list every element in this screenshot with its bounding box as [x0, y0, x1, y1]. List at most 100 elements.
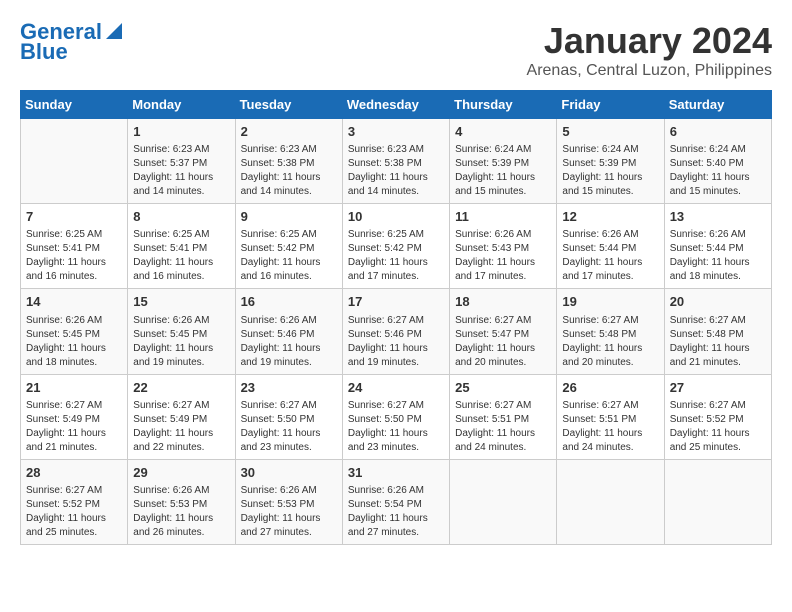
- calendar-cell: [557, 459, 664, 544]
- day-content: Sunrise: 6:26 AM Sunset: 5:53 PM Dayligh…: [133, 484, 229, 540]
- calendar-cell: [21, 119, 128, 204]
- day-content: Sunrise: 6:26 AM Sunset: 5:54 PM Dayligh…: [348, 484, 444, 540]
- calendar-cell: 4 Sunrise: 6:24 AM Sunset: 5:39 PM Daylig…: [450, 119, 557, 204]
- page-header: General Blue January 2024 Arenas, Centra…: [20, 20, 772, 80]
- day-header-tuesday: Tuesday: [235, 91, 342, 119]
- day-header-sunday: Sunday: [21, 91, 128, 119]
- calendar-cell: 17 Sunrise: 6:27 AM Sunset: 5:46 PM Dayli…: [342, 289, 449, 374]
- calendar-cell: 15 Sunrise: 6:26 AM Sunset: 5:45 PM Dayli…: [128, 289, 235, 374]
- day-content: Sunrise: 6:27 AM Sunset: 5:49 PM Dayligh…: [26, 399, 122, 455]
- calendar-cell: 16 Sunrise: 6:26 AM Sunset: 5:46 PM Dayli…: [235, 289, 342, 374]
- location-title: Arenas, Central Luzon, Philippines: [527, 62, 772, 80]
- day-content: Sunrise: 6:27 AM Sunset: 5:51 PM Dayligh…: [455, 399, 551, 455]
- day-content: Sunrise: 6:27 AM Sunset: 5:46 PM Dayligh…: [348, 314, 444, 370]
- day-header-thursday: Thursday: [450, 91, 557, 119]
- logo: General Blue: [20, 20, 124, 64]
- day-content: Sunrise: 6:25 AM Sunset: 5:42 PM Dayligh…: [348, 228, 444, 284]
- calendar-cell: 12 Sunrise: 6:26 AM Sunset: 5:44 PM Dayli…: [557, 204, 664, 289]
- day-number: 19: [562, 293, 658, 311]
- calendar-cell: 22 Sunrise: 6:27 AM Sunset: 5:49 PM Dayli…: [128, 374, 235, 459]
- day-content: Sunrise: 6:26 AM Sunset: 5:46 PM Dayligh…: [241, 314, 337, 370]
- calendar-cell: 31 Sunrise: 6:26 AM Sunset: 5:54 PM Dayli…: [342, 459, 449, 544]
- calendar-cell: 25 Sunrise: 6:27 AM Sunset: 5:51 PM Dayli…: [450, 374, 557, 459]
- day-number: 20: [670, 293, 766, 311]
- day-content: Sunrise: 6:27 AM Sunset: 5:47 PM Dayligh…: [455, 314, 551, 370]
- calendar-cell: 11 Sunrise: 6:26 AM Sunset: 5:43 PM Dayli…: [450, 204, 557, 289]
- day-content: Sunrise: 6:27 AM Sunset: 5:52 PM Dayligh…: [26, 484, 122, 540]
- calendar-week-4: 21 Sunrise: 6:27 AM Sunset: 5:49 PM Dayli…: [21, 374, 772, 459]
- calendar-cell: 30 Sunrise: 6:26 AM Sunset: 5:53 PM Dayli…: [235, 459, 342, 544]
- calendar-cell: 9 Sunrise: 6:25 AM Sunset: 5:42 PM Daylig…: [235, 204, 342, 289]
- calendar-cell: 14Sunrise: 6:26 AM Sunset: 5:45 PM Dayli…: [21, 289, 128, 374]
- day-content: Sunrise: 6:27 AM Sunset: 5:48 PM Dayligh…: [670, 314, 766, 370]
- day-number: 4: [455, 123, 551, 141]
- calendar-cell: 8Sunrise: 6:25 AM Sunset: 5:41 PM Daylig…: [128, 204, 235, 289]
- calendar-cell: 3Sunrise: 6:23 AM Sunset: 5:38 PM Daylig…: [342, 119, 449, 204]
- day-number: 9: [241, 208, 337, 226]
- day-content: Sunrise: 6:24 AM Sunset: 5:40 PM Dayligh…: [670, 143, 766, 199]
- calendar-cell: [664, 459, 771, 544]
- day-header-friday: Friday: [557, 91, 664, 119]
- day-content: Sunrise: 6:27 AM Sunset: 5:52 PM Dayligh…: [670, 399, 766, 455]
- day-number: 30: [241, 464, 337, 482]
- day-number: 24: [348, 379, 444, 397]
- day-number: 5: [562, 123, 658, 141]
- day-number: 26: [562, 379, 658, 397]
- day-number: 2: [241, 123, 337, 141]
- calendar-cell: 27 Sunrise: 6:27 AM Sunset: 5:52 PM Dayli…: [664, 374, 771, 459]
- calendar-cell: 7Sunrise: 6:25 AM Sunset: 5:41 PM Daylig…: [21, 204, 128, 289]
- calendar-cell: 21 Sunrise: 6:27 AM Sunset: 5:49 PM Dayli…: [21, 374, 128, 459]
- day-number: 31: [348, 464, 444, 482]
- day-number: 25: [455, 379, 551, 397]
- day-header-monday: Monday: [128, 91, 235, 119]
- day-content: Sunrise: 6:27 AM Sunset: 5:48 PM Dayligh…: [562, 314, 658, 370]
- calendar-cell: 13 Sunrise: 6:26 AM Sunset: 5:44 PM Dayli…: [664, 204, 771, 289]
- calendar-cell: 5 Sunrise: 6:24 AM Sunset: 5:39 PM Daylig…: [557, 119, 664, 204]
- day-number: 18: [455, 293, 551, 311]
- calendar-cell: 1Sunrise: 6:23 AM Sunset: 5:37 PM Daylig…: [128, 119, 235, 204]
- day-number: 12: [562, 208, 658, 226]
- day-content: Sunrise: 6:26 AM Sunset: 5:53 PM Dayligh…: [241, 484, 337, 540]
- calendar-cell: 20 Sunrise: 6:27 AM Sunset: 5:48 PM Dayli…: [664, 289, 771, 374]
- day-number: 29: [133, 464, 229, 482]
- day-number: 22: [133, 379, 229, 397]
- calendar-cell: 6Sunrise: 6:24 AM Sunset: 5:40 PM Daylig…: [664, 119, 771, 204]
- day-number: 14: [26, 293, 122, 311]
- day-number: 16: [241, 293, 337, 311]
- title-block: January 2024 Arenas, Central Luzon, Phil…: [527, 20, 772, 80]
- calendar-cell: 19 Sunrise: 6:27 AM Sunset: 5:48 PM Dayli…: [557, 289, 664, 374]
- month-title: January 2024: [527, 20, 772, 62]
- calendar-cell: 2Sunrise: 6:23 AM Sunset: 5:38 PM Daylig…: [235, 119, 342, 204]
- day-content: Sunrise: 6:26 AM Sunset: 5:44 PM Dayligh…: [562, 228, 658, 284]
- day-header-wednesday: Wednesday: [342, 91, 449, 119]
- calendar-cell: 10Sunrise: 6:25 AM Sunset: 5:42 PM Dayli…: [342, 204, 449, 289]
- calendar-cell: 28Sunrise: 6:27 AM Sunset: 5:52 PM Dayli…: [21, 459, 128, 544]
- day-header-saturday: Saturday: [664, 91, 771, 119]
- day-number: 21: [26, 379, 122, 397]
- day-number: 27: [670, 379, 766, 397]
- day-number: 13: [670, 208, 766, 226]
- day-number: 23: [241, 379, 337, 397]
- day-content: Sunrise: 6:26 AM Sunset: 5:43 PM Dayligh…: [455, 228, 551, 284]
- day-number: 11: [455, 208, 551, 226]
- day-content: Sunrise: 6:27 AM Sunset: 5:49 PM Dayligh…: [133, 399, 229, 455]
- logo-blue: Blue: [20, 40, 68, 64]
- day-number: 3: [348, 123, 444, 141]
- day-content: Sunrise: 6:26 AM Sunset: 5:44 PM Dayligh…: [670, 228, 766, 284]
- calendar-table: SundayMondayTuesdayWednesdayThursdayFrid…: [20, 90, 772, 545]
- day-number: 1: [133, 123, 229, 141]
- day-header-row: SundayMondayTuesdayWednesdayThursdayFrid…: [21, 91, 772, 119]
- calendar-cell: [450, 459, 557, 544]
- calendar-week-3: 14 Sunrise: 6:26 AM Sunset: 5:45 PM Dayli…: [21, 289, 772, 374]
- day-number: 17: [348, 293, 444, 311]
- day-content: Sunrise: 6:26 AM Sunset: 5:45 PM Dayligh…: [133, 314, 229, 370]
- day-content: Sunrise: 6:24 AM Sunset: 5:39 PM Dayligh…: [562, 143, 658, 199]
- calendar-week-1: 1Sunrise: 6:23 AM Sunset: 5:37 PM Daylig…: [21, 119, 772, 204]
- day-content: Sunrise: 6:24 AM Sunset: 5:39 PM Dayligh…: [455, 143, 551, 199]
- calendar-week-2: 7Sunrise: 6:25 AM Sunset: 5:41 PM Daylig…: [21, 204, 772, 289]
- day-content: Sunrise: 6:25 AM Sunset: 5:42 PM Dayligh…: [241, 228, 337, 284]
- calendar-cell: 29 Sunrise: 6:26 AM Sunset: 5:53 PM Dayli…: [128, 459, 235, 544]
- day-number: 15: [133, 293, 229, 311]
- logo-icon: [104, 21, 124, 41]
- day-content: Sunrise: 6:27 AM Sunset: 5:50 PM Dayligh…: [348, 399, 444, 455]
